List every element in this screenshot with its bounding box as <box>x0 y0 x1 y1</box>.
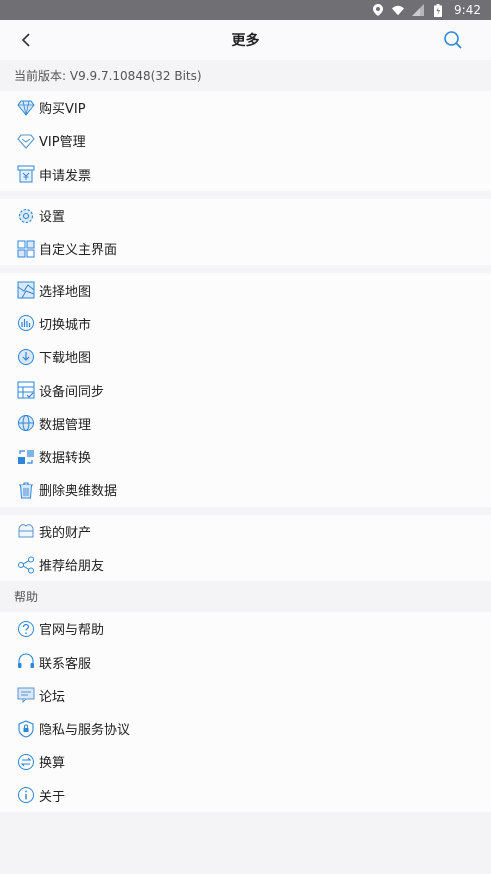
menu-item-recommend[interactable]: 推荐给朋友 <box>0 548 491 581</box>
menu-item-label: 官网与帮助 <box>39 623 105 639</box>
menu-item-my-assets[interactable]: 我的财产 <box>0 515 491 548</box>
menu-item-label: 下载地图 <box>39 351 92 367</box>
info-icon <box>16 785 36 805</box>
menu-item-website-help[interactable]: 官网与帮助 <box>0 612 491 645</box>
grid-icon <box>16 239 36 259</box>
search-icon <box>444 31 462 49</box>
invoice-icon <box>16 164 36 184</box>
group-help: 官网与帮助 联系客服 论坛 隐私与服务协议 换算 关于 <box>0 612 491 812</box>
signal-icon <box>412 4 425 16</box>
vip-manage-icon <box>16 131 36 151</box>
menu-item-data-convert[interactable]: 数据转换 <box>0 440 491 473</box>
status-bar: 9:42 <box>0 0 491 20</box>
menu-item-label: 我的财产 <box>39 525 92 541</box>
menu-item-label: 联系客服 <box>39 656 92 672</box>
map-icon <box>16 280 36 300</box>
menu-item-label: 设备间同步 <box>39 384 105 400</box>
menu-item-label: 数据转换 <box>39 451 92 467</box>
wifi-icon <box>392 4 405 16</box>
menu-item-label: 隐私与服务协议 <box>39 723 131 739</box>
location-icon <box>372 4 384 16</box>
wallet-icon <box>16 521 36 541</box>
menu-item-label: 切换城市 <box>39 317 92 333</box>
menu-item-privacy[interactable]: 隐私与服务协议 <box>0 712 491 745</box>
menu-item-device-sync[interactable]: 设备间同步 <box>0 373 491 406</box>
diamond-icon <box>16 98 36 118</box>
menu-item-label: 申请发票 <box>39 168 92 184</box>
group-settings: 设置 自定义主界面 <box>0 198 491 266</box>
help-section-header: 帮助 <box>0 581 491 613</box>
status-time: 9:42 <box>454 3 481 17</box>
chevron-left-icon <box>21 33 30 47</box>
menu-item-conversion[interactable]: 换算 <box>0 745 491 778</box>
group-map: 选择地图 切换城市 下载地图 设备间同步 数据管理 数据转换 删除奥维数据 <box>0 273 491 507</box>
city-icon <box>16 313 36 333</box>
page-title: 更多 <box>231 33 260 49</box>
menu-item-label: 删除奥维数据 <box>39 484 118 500</box>
back-button[interactable] <box>14 28 38 52</box>
convert-icon <box>16 447 36 467</box>
menu-item-select-map[interactable]: 选择地图 <box>0 273 491 306</box>
forum-icon <box>16 685 36 705</box>
menu-item-delete-data[interactable]: 删除奥维数据 <box>0 473 491 506</box>
menu-item-customer-service[interactable]: 联系客服 <box>0 645 491 678</box>
menu-item-label: 关于 <box>39 789 66 805</box>
group-assets: 我的财产 推荐给朋友 <box>0 514 491 582</box>
menu-item-label: 换算 <box>39 756 66 772</box>
question-icon <box>16 619 36 639</box>
exchange-icon <box>16 752 36 772</box>
menu-item-label: 购买VIP <box>39 102 86 118</box>
headset-icon <box>16 652 36 672</box>
menu-item-about[interactable]: 关于 <box>0 779 491 812</box>
battery-icon <box>432 3 444 17</box>
trash-icon <box>16 480 36 500</box>
share-icon <box>16 555 36 575</box>
menu-item-label: 论坛 <box>39 689 66 705</box>
globe-icon <box>16 413 36 433</box>
menu-item-forum[interactable]: 论坛 <box>0 679 491 712</box>
menu-item-vip-manage[interactable]: VIP管理 <box>0 124 491 157</box>
menu-item-settings[interactable]: 设置 <box>0 199 491 232</box>
menu-item-label: 数据管理 <box>39 417 92 433</box>
download-icon <box>16 347 36 367</box>
menu-item-label: 自定义主界面 <box>39 243 118 259</box>
menu-item-label: 推荐给朋友 <box>39 559 105 574</box>
menu-item-label: VIP管理 <box>39 135 86 151</box>
search-button[interactable] <box>441 28 465 52</box>
menu-item-switch-city[interactable]: 切换城市 <box>0 307 491 340</box>
menu-item-label: 设置 <box>39 210 66 226</box>
sync-icon <box>16 380 36 400</box>
gear-icon <box>16 206 36 226</box>
menu-item-label: 选择地图 <box>39 284 92 300</box>
menu-item-invoice[interactable]: 申请发票 <box>0 158 491 191</box>
menu-item-customize-home[interactable]: 自定义主界面 <box>0 232 491 265</box>
menu-item-data-manage[interactable]: 数据管理 <box>0 407 491 440</box>
group-vip: 购买VIP VIP管理 申请发票 <box>0 91 491 191</box>
menu-item-buy-vip[interactable]: 购买VIP <box>0 91 491 124</box>
shield-icon <box>16 719 36 739</box>
title-bar: 更多 <box>0 20 491 60</box>
version-label: 当前版本: V9.9.7.10848(32 Bits) <box>0 60 491 91</box>
menu-item-download-map[interactable]: 下载地图 <box>0 340 491 373</box>
